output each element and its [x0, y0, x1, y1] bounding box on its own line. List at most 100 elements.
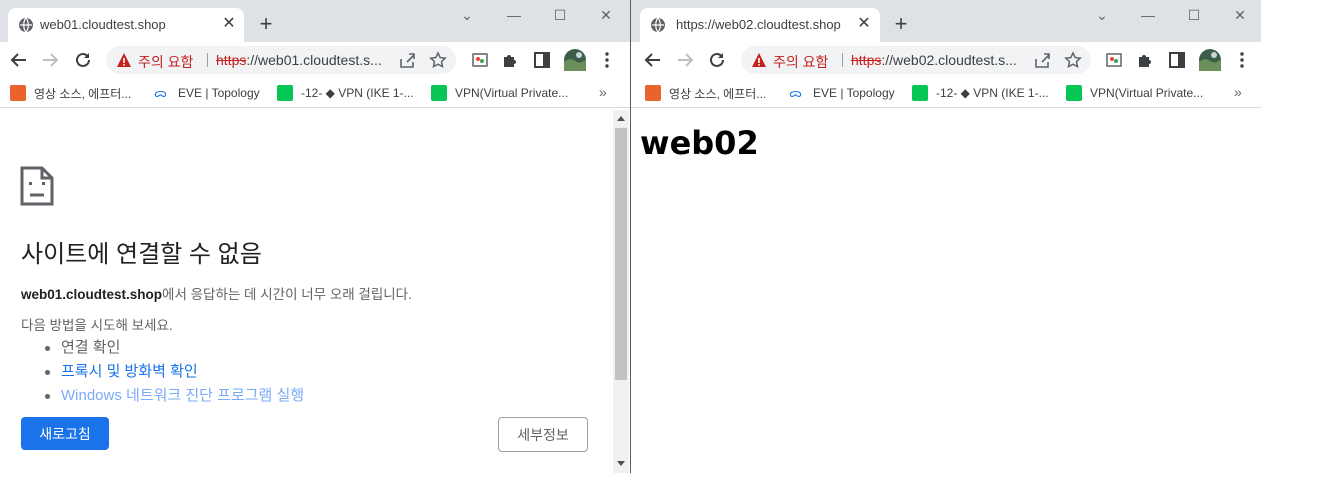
tab-strip: web01.cloudtest.shop ✕ + ⌄ — ☐ ✕	[0, 0, 630, 42]
kebab-menu-icon	[1240, 52, 1244, 68]
url-text[interactable]: https://web01.cloudtest.s...	[216, 52, 382, 68]
profile-avatar-button[interactable]	[563, 48, 587, 72]
tab-strip: https://web02.cloudtest.shop ✕ + ⌄ — ☐ ✕	[631, 0, 1261, 42]
close-window-button[interactable]: ✕	[1228, 4, 1252, 26]
menu-button[interactable]	[1230, 48, 1254, 72]
bookmark-item-3[interactable]: -12- ◆ VPN (IKE 1-...	[277, 84, 414, 102]
chat-favicon-icon	[1066, 85, 1082, 101]
forward-arrow-icon	[43, 53, 59, 67]
menu-button[interactable]	[595, 48, 619, 72]
share-icon[interactable]	[398, 51, 416, 69]
tab-title: web01.cloudtest.shop	[40, 17, 166, 32]
share-icon[interactable]	[1033, 51, 1051, 69]
bookmark-star-icon[interactable]	[1064, 51, 1082, 69]
scroll-up-arrow-icon[interactable]	[617, 116, 625, 121]
minimize-button[interactable]: —	[502, 4, 526, 26]
maximize-button[interactable]: ☐	[548, 4, 572, 26]
bookmark-label: 영상 소스, 에프터...	[669, 86, 767, 101]
chat-favicon-icon	[912, 85, 928, 101]
tab-web01[interactable]: web01.cloudtest.shop ✕	[8, 8, 244, 42]
side-panel-button[interactable]	[530, 48, 554, 72]
bookmark-item-3[interactable]: -12- ◆ VPN (IKE 1-...	[912, 84, 1049, 102]
bookmark-item-4[interactable]: VPN(Virtual Private...	[431, 84, 568, 102]
url-scheme: https	[851, 52, 882, 68]
sad-document-icon	[20, 166, 54, 206]
bookmark-label: VPN(Virtual Private...	[1090, 86, 1204, 100]
reload-button[interactable]	[705, 48, 729, 72]
url-text[interactable]: https://web02.cloudtest.s...	[851, 52, 1017, 68]
bookmark-favicon-icon	[645, 85, 661, 101]
maximize-button[interactable]: ☐	[1182, 4, 1206, 26]
globe-icon	[651, 17, 665, 33]
tab-search-chevron-icon[interactable]: ⌄	[455, 4, 479, 26]
forward-button[interactable]	[673, 48, 697, 72]
side-panel-icon	[534, 52, 550, 68]
security-warning-label[interactable]: 주의 요함	[773, 52, 828, 72]
reload-icon	[710, 52, 724, 67]
suggestion-check-proxy-link[interactable]: 프록시 및 방화벽 확인	[40, 360, 304, 384]
warning-icon	[117, 53, 131, 67]
eve-logo-icon: ᯅ	[154, 86, 167, 100]
page-content: web02	[631, 110, 1261, 473]
bookmarks-overflow-icon[interactable]: »	[1234, 84, 1242, 100]
bookmark-label: VPN(Virtual Private...	[455, 86, 569, 100]
bookmark-item-2[interactable]: ᯅ EVE | Topology	[789, 84, 895, 102]
details-button[interactable]: 세부정보	[498, 417, 588, 452]
error-message-text: 에서 응답하는 데 시간이 너무 오래 걸립니다.	[162, 287, 412, 302]
bookmark-item-1[interactable]: 영상 소스, 에프터...	[645, 84, 766, 102]
vertical-scrollbar[interactable]	[613, 110, 629, 473]
forward-button[interactable]	[38, 48, 62, 72]
url-rest: ://web02.cloudtest.s...	[881, 52, 1017, 68]
kebab-menu-icon	[605, 52, 609, 68]
scroll-down-arrow-icon[interactable]	[617, 461, 625, 466]
back-button[interactable]	[7, 48, 31, 72]
minimize-button[interactable]: —	[1136, 4, 1160, 26]
globe-icon	[19, 17, 33, 33]
reload-icon	[76, 52, 90, 67]
reload-button[interactable]	[71, 48, 95, 72]
bookmark-favicon-icon	[10, 85, 26, 101]
bookmark-star-icon[interactable]	[429, 51, 447, 69]
chat-favicon-icon	[277, 85, 293, 101]
profile-avatar-button[interactable]	[1198, 48, 1222, 72]
close-window-button[interactable]: ✕	[594, 4, 618, 26]
media-router-button[interactable]	[1102, 48, 1126, 72]
forward-arrow-icon	[678, 53, 694, 67]
address-bar[interactable]: 주의 요함 https://web01.cloudtest.s...	[106, 46, 456, 74]
toolbar: 주의 요함 https://web02.cloudtest.s...	[631, 42, 1261, 78]
bookmark-item-4[interactable]: VPN(Virtual Private...	[1066, 84, 1203, 102]
side-panel-button[interactable]	[1165, 48, 1189, 72]
new-tab-button[interactable]: +	[255, 13, 277, 35]
avatar	[1199, 49, 1221, 71]
back-button[interactable]	[641, 48, 665, 72]
bookmark-label: EVE | Topology	[178, 86, 260, 100]
suggestion-network-diagnostics-link[interactable]: Windows 네트워크 진단 프로그램 실행	[40, 384, 304, 408]
photos-extension-icon	[472, 53, 488, 67]
url-rest: ://web01.cloudtest.s...	[246, 52, 382, 68]
bookmark-item-2[interactable]: ᯅ EVE | Topology	[154, 84, 260, 102]
bookmark-item-1[interactable]: 영상 소스, 에프터...	[10, 84, 131, 102]
bookmarks-overflow-icon[interactable]: »	[599, 84, 607, 100]
bookmark-label: EVE | Topology	[813, 86, 895, 100]
tab-close-icon[interactable]: ✕	[220, 15, 238, 33]
back-arrow-icon	[644, 53, 660, 67]
bookmark-label: -12- ◆ VPN (IKE 1-...	[301, 86, 414, 100]
toolbar: 주의 요함 https://web01.cloudtest.s...	[0, 42, 630, 78]
address-bar[interactable]: 주의 요함 https://web02.cloudtest.s...	[741, 46, 1091, 74]
chat-favicon-icon	[431, 85, 447, 101]
tab-close-icon[interactable]: ✕	[855, 15, 873, 33]
eve-logo-icon: ᯅ	[789, 86, 802, 100]
tab-search-chevron-icon[interactable]: ⌄	[1090, 4, 1114, 26]
security-warning-label[interactable]: 주의 요함	[138, 52, 193, 72]
new-tab-button[interactable]: +	[890, 13, 912, 35]
extensions-button[interactable]	[1133, 48, 1157, 72]
puzzle-icon	[1139, 55, 1151, 67]
photos-extension-icon	[1106, 53, 1122, 67]
error-message: web01.cloudtest.shop에서 응답하는 데 시간이 너무 오래 …	[21, 283, 412, 303]
extensions-button[interactable]	[498, 48, 522, 72]
tab-web02[interactable]: https://web02.cloudtest.shop ✕	[640, 8, 880, 42]
reload-page-button[interactable]: 새로고침	[21, 417, 109, 450]
media-router-button[interactable]	[468, 48, 492, 72]
scroll-thumb[interactable]	[615, 128, 627, 380]
page-heading: web02	[640, 124, 759, 162]
